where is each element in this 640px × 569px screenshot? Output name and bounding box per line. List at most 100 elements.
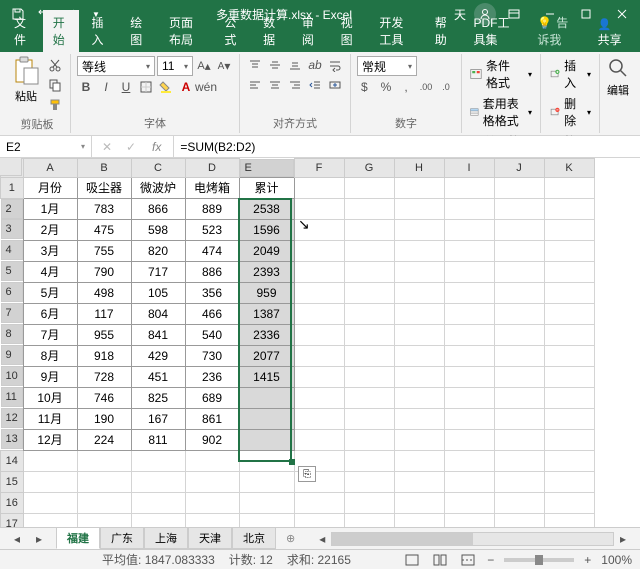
cell[interactable] xyxy=(294,387,344,408)
cell[interactable] xyxy=(394,345,444,366)
row-header-3[interactable]: 3 xyxy=(1,219,23,239)
cell[interactable] xyxy=(394,219,444,240)
cell[interactable] xyxy=(544,219,594,240)
sheet-tab-福建[interactable]: 福建 xyxy=(56,528,100,549)
cell[interactable]: 224 xyxy=(77,429,131,450)
cell[interactable] xyxy=(344,177,394,198)
cell[interactable]: 466 xyxy=(185,303,239,324)
fill-handle[interactable] xyxy=(289,459,295,465)
italic-button[interactable]: I xyxy=(97,78,115,96)
cell[interactable] xyxy=(294,345,344,366)
share-button[interactable]: 👤 共享 xyxy=(588,13,636,52)
horizontal-scrollbar[interactable]: ◂ ▸ xyxy=(305,530,640,548)
cell[interactable] xyxy=(544,471,594,492)
decrease-indent-icon[interactable] xyxy=(306,76,324,94)
increase-decimal-icon[interactable]: .00 xyxy=(417,78,435,96)
cell[interactable] xyxy=(185,513,239,527)
find-button[interactable]: 编辑 xyxy=(606,56,630,98)
cell[interactable] xyxy=(494,408,544,429)
cell[interactable]: 598 xyxy=(131,219,185,240)
cell[interactable]: 117 xyxy=(77,303,131,324)
cell[interactable]: 10月 xyxy=(23,387,77,408)
cell[interactable] xyxy=(444,513,494,527)
row-header-17[interactable]: 17 xyxy=(1,513,24,527)
cell[interactable] xyxy=(444,408,494,429)
cell[interactable]: 730 xyxy=(185,345,239,366)
cell[interactable] xyxy=(294,408,344,429)
row-header-12[interactable]: 12 xyxy=(1,408,23,428)
row-header-14[interactable]: 14 xyxy=(1,450,24,471)
align-right-icon[interactable] xyxy=(286,76,304,94)
cell[interactable]: 540 xyxy=(185,324,239,345)
underline-button[interactable]: U xyxy=(117,78,135,96)
cell[interactable]: 吸尘器 xyxy=(77,177,131,198)
cell[interactable] xyxy=(344,513,394,527)
cell[interactable]: 790 xyxy=(77,261,131,282)
cell[interactable]: 451 xyxy=(131,366,185,387)
cell[interactable] xyxy=(544,198,594,219)
cell[interactable]: 105 xyxy=(131,282,185,303)
cell[interactable] xyxy=(344,429,394,450)
grid[interactable]: ABCDEFGHIJK1月份吸尘器微波炉电烤箱累计21月783866889253… xyxy=(0,158,640,527)
cell[interactable] xyxy=(344,324,394,345)
cell[interactable] xyxy=(444,219,494,240)
cell[interactable]: 689 xyxy=(185,387,239,408)
tab-developer[interactable]: 开发工具 xyxy=(369,10,422,52)
zoom-out-button[interactable]: − xyxy=(487,553,494,567)
cell[interactable] xyxy=(131,513,185,527)
cell[interactable]: 429 xyxy=(131,345,185,366)
sheet-tab-上海[interactable]: 上海 xyxy=(144,528,188,549)
cell[interactable]: 825 xyxy=(131,387,185,408)
decrease-font-icon[interactable]: A▾ xyxy=(215,57,233,75)
row-header-9[interactable]: 9 xyxy=(1,345,23,365)
cell[interactable] xyxy=(185,471,239,492)
col-header-H[interactable]: H xyxy=(394,159,444,178)
view-normal-icon[interactable] xyxy=(403,551,421,569)
cell[interactable] xyxy=(239,408,294,429)
cell[interactable]: 167 xyxy=(131,408,185,429)
col-header-J[interactable]: J xyxy=(494,159,544,178)
cell[interactable] xyxy=(344,408,394,429)
orientation-icon[interactable]: ab xyxy=(306,56,324,74)
cell[interactable] xyxy=(544,408,594,429)
conditional-format-button[interactable]: 条件格式▾ xyxy=(468,56,534,92)
row-header-6[interactable]: 6 xyxy=(1,282,23,302)
cell[interactable] xyxy=(344,303,394,324)
tab-data[interactable]: 数据 xyxy=(253,10,290,52)
cell[interactable] xyxy=(494,219,544,240)
cell[interactable] xyxy=(394,429,444,450)
cell[interactable] xyxy=(494,513,544,527)
cell[interactable] xyxy=(444,261,494,282)
cell[interactable] xyxy=(344,198,394,219)
cell[interactable] xyxy=(239,387,294,408)
cell[interactable]: 2月 xyxy=(23,219,77,240)
cell[interactable]: 356 xyxy=(185,282,239,303)
cell[interactable]: 2077 xyxy=(239,345,294,366)
tab-help[interactable]: 帮助 xyxy=(425,10,462,52)
cell[interactable] xyxy=(344,240,394,261)
cell[interactable] xyxy=(494,324,544,345)
row-header-7[interactable]: 7 xyxy=(1,303,23,323)
row-header-8[interactable]: 8 xyxy=(1,324,23,344)
sheet-tab-天津[interactable]: 天津 xyxy=(188,528,232,549)
cell[interactable]: 1596 xyxy=(239,219,294,240)
cell[interactable] xyxy=(394,198,444,219)
tab-insert[interactable]: 插入 xyxy=(81,10,118,52)
cell[interactable] xyxy=(344,387,394,408)
cell[interactable]: 841 xyxy=(131,324,185,345)
percent-icon[interactable]: % xyxy=(377,78,395,96)
cell[interactable]: 2538 xyxy=(239,198,294,219)
cell[interactable] xyxy=(394,261,444,282)
row-header-5[interactable]: 5 xyxy=(1,261,23,281)
tab-layout[interactable]: 页面布局 xyxy=(159,10,212,52)
cell[interactable]: 861 xyxy=(185,408,239,429)
cell[interactable]: 2049 xyxy=(239,240,294,261)
cell[interactable] xyxy=(494,345,544,366)
row-header-2[interactable]: 2 xyxy=(1,199,23,219)
cell[interactable] xyxy=(344,345,394,366)
add-sheet-button[interactable]: ⊕ xyxy=(276,530,305,547)
cell[interactable] xyxy=(444,240,494,261)
cell[interactable] xyxy=(494,366,544,387)
cell[interactable] xyxy=(77,513,131,527)
row-header-11[interactable]: 11 xyxy=(1,387,23,407)
